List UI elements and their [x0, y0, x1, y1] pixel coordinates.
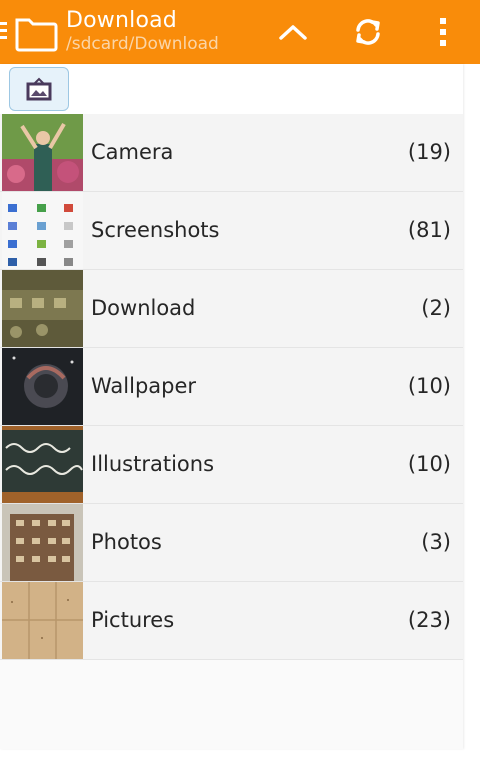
- album-label: Wallpaper: [91, 374, 197, 398]
- sync-icon[interactable]: [350, 14, 386, 50]
- album-thumbnail: [2, 504, 83, 581]
- album-row-screenshots[interactable]: Screenshots (81): [0, 192, 463, 270]
- album-list: Camera (19) Screenshots (81) Download (2…: [0, 114, 463, 660]
- album-row-download[interactable]: Download (2): [0, 270, 463, 348]
- album-label: Camera: [91, 140, 174, 164]
- view-toolbar: [0, 64, 463, 114]
- album-thumbnail: [2, 192, 83, 269]
- album-count: (10): [407, 452, 451, 476]
- album-list-panel: Camera (19) Screenshots (81) Download (2…: [0, 64, 463, 749]
- album-count: (81): [407, 218, 451, 242]
- album-thumbnail: [2, 426, 83, 503]
- menu-icon[interactable]: [0, 22, 8, 44]
- chevron-up-icon[interactable]: [275, 14, 311, 50]
- album-thumbnail: [2, 270, 83, 347]
- album-thumbnail: [2, 348, 83, 425]
- album-label: Download: [91, 296, 196, 320]
- album-row-camera[interactable]: Camera (19): [0, 114, 463, 192]
- album-row-photos[interactable]: Photos (3): [0, 504, 463, 582]
- album-label: Screenshots: [91, 218, 220, 242]
- album-count: (10): [407, 374, 451, 398]
- album-thumbnail: [2, 114, 83, 191]
- album-label: Photos: [91, 530, 162, 554]
- album-row-illustrations[interactable]: Illustrations (10): [0, 426, 463, 504]
- folder-icon[interactable]: [14, 12, 58, 52]
- album-count: (2): [421, 296, 451, 320]
- album-row-wallpaper[interactable]: Wallpaper (10): [0, 348, 463, 426]
- album-label: Illustrations: [91, 452, 215, 476]
- album-label: Pictures: [91, 608, 175, 632]
- overflow-menu-icon[interactable]: [425, 14, 461, 50]
- album-count: (3): [421, 530, 451, 554]
- current-path: /sdcard/Download: [66, 34, 219, 54]
- app-bar: Download /sdcard/Download: [0, 0, 480, 64]
- picture-frame-icon[interactable]: [9, 67, 69, 111]
- page-title: Download: [66, 8, 177, 33]
- album-row-pictures[interactable]: Pictures (23): [0, 582, 463, 660]
- album-count: (23): [407, 608, 451, 632]
- album-count: (19): [407, 140, 451, 164]
- title-block: Download /sdcard/Download: [66, 8, 219, 54]
- album-thumbnail: [2, 582, 83, 659]
